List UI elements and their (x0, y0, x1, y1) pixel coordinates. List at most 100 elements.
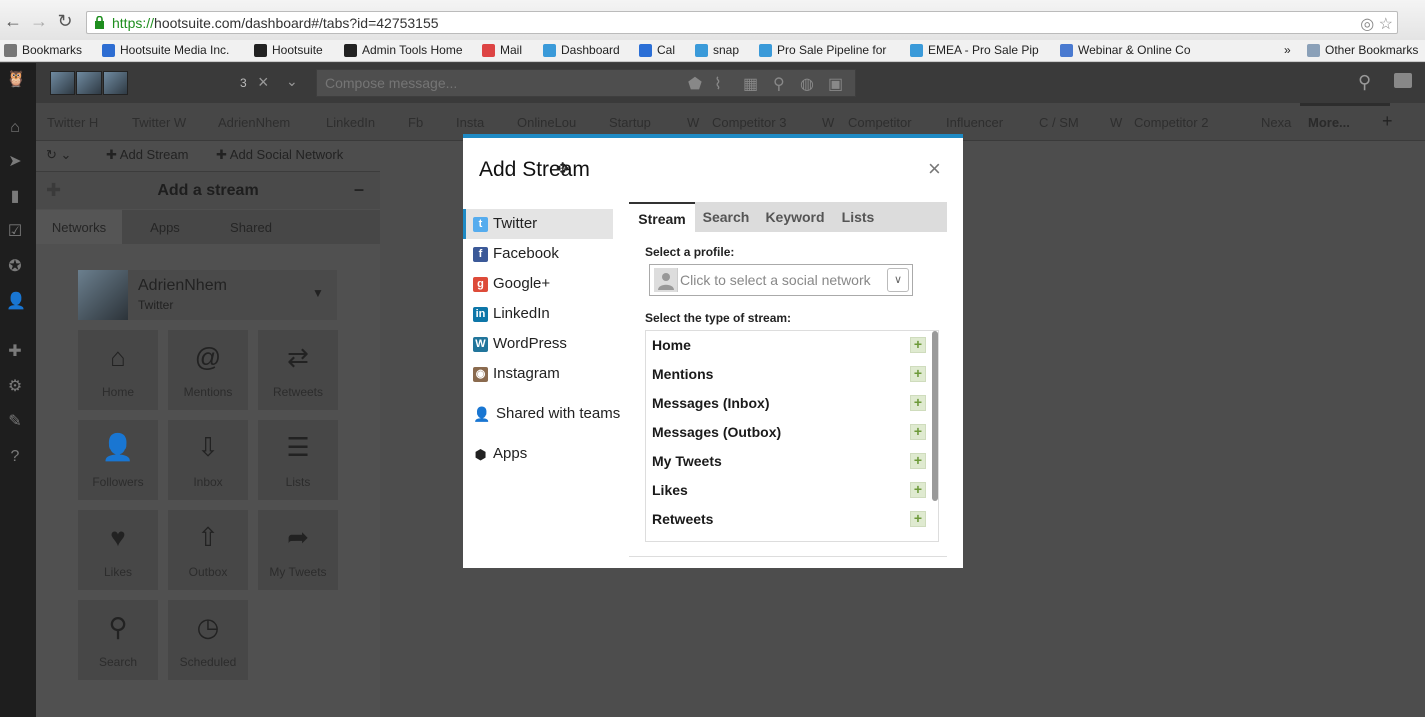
tab-3[interactable]: LinkedIn (326, 115, 375, 130)
bookmark-item[interactable]: Hootsuite Media Inc. (102, 43, 229, 57)
tab-search[interactable]: Search (695, 202, 757, 232)
tag-icon[interactable]: ⬟ (688, 74, 702, 94)
bookmark-item[interactable]: Bookmarks (4, 43, 82, 57)
tab-9[interactable]: Competitor 3 (712, 115, 786, 130)
attachment-icon[interactable]: ⌇ (714, 74, 722, 94)
stream-type-row[interactable]: Retweets + (646, 505, 930, 534)
bookmark-item[interactable]: Webinar & Online Co (1060, 43, 1191, 57)
network-facebook[interactable]: f Facebook (463, 239, 613, 269)
tab-6[interactable]: OnlineLou (517, 115, 576, 130)
send-icon[interactable]: ➤ (6, 153, 24, 171)
bookmark-item[interactable]: Cal (639, 43, 675, 57)
bookmark-item[interactable]: Mail (482, 43, 522, 57)
settings-icon[interactable]: ⚙ (6, 378, 24, 396)
help-icon[interactable]: ? (6, 448, 24, 466)
network-instagram[interactable]: ◉ Instagram (463, 359, 613, 389)
bookmark-item[interactable]: Admin Tools Home (344, 43, 463, 57)
stream-tile-my-tweets[interactable]: ➦ My Tweets (258, 510, 338, 590)
location-icon[interactable]: ⚲ (773, 74, 785, 94)
network-linkedin[interactable]: in LinkedIn (463, 299, 613, 329)
network-twitter[interactable]: t Twitter (463, 209, 613, 239)
bookmark-item[interactable]: snap (695, 43, 739, 57)
tab-keyword[interactable]: Keyword (757, 202, 833, 232)
tab-17[interactable]: More... (1308, 115, 1350, 130)
contacts-icon[interactable]: 👤 (6, 293, 26, 311)
chevron-down-icon[interactable]: ∨ (887, 268, 909, 292)
add-stream-plus-icon[interactable]: + (910, 424, 926, 440)
stream-tile-home[interactable]: ⌂ Home (78, 330, 158, 410)
privacy-lock-icon[interactable]: ▣ (828, 74, 843, 94)
stream-type-row[interactable]: Mentions + (646, 360, 930, 389)
bookmark-item[interactable]: Dashboard (543, 43, 620, 57)
close-icon[interactable]: × (928, 158, 941, 180)
selected-profiles[interactable] (50, 71, 128, 95)
stream-tile-retweets[interactable]: ⇄ Retweets (258, 330, 338, 410)
chevron-down-icon[interactable]: ⌄ (286, 73, 298, 90)
add-stream-plus-icon[interactable]: + (910, 395, 926, 411)
stream-tile-scheduled[interactable]: ◷ Scheduled (168, 600, 248, 680)
refresh-icon[interactable]: ↻ ⌄ (46, 147, 71, 163)
scrollbar[interactable] (932, 331, 938, 501)
home-icon[interactable]: ⌂ (6, 119, 24, 137)
tab-8[interactable]: W (687, 115, 699, 130)
stream-type-row[interactable]: Likes + (646, 476, 930, 505)
add-stream-plus-icon[interactable]: + (910, 482, 926, 498)
apps-puzzle-icon[interactable]: ✚ (6, 343, 24, 361)
tab-14[interactable]: W (1110, 115, 1122, 130)
network-apps[interactable]: ⬢ Apps (463, 439, 613, 469)
network-google-[interactable]: g Google+ (463, 269, 613, 299)
profile-selector[interactable]: AdrienNhem Twitter ▼ (78, 270, 337, 320)
tab-lists[interactable]: Lists (833, 202, 883, 232)
tab-1[interactable]: Twitter W (132, 115, 186, 130)
globe-icon[interactable]: ◍ (800, 74, 814, 94)
collapse-icon[interactable]: – (354, 179, 364, 200)
campaign-icon[interactable]: ✪ (6, 258, 24, 276)
owl-logo-icon[interactable]: 🦉 (6, 71, 26, 89)
panel-tab-apps[interactable]: Apps (122, 210, 208, 244)
bookmark-item[interactable]: Hootsuite (254, 43, 323, 57)
reload-icon[interactable]: ↻ (54, 10, 76, 32)
stream-type-row[interactable]: My Tweets + (646, 447, 930, 476)
add-stream-plus-icon[interactable]: + (910, 337, 926, 353)
tab-0[interactable]: Twitter H (47, 115, 98, 130)
bookmark-star-icon[interactable]: ◎ ☆ (1360, 14, 1393, 34)
stream-tile-inbox[interactable]: ⇩ Inbox (168, 420, 248, 500)
stream-tile-lists[interactable]: ☰ Lists (258, 420, 338, 500)
forward-icon[interactable]: → (28, 10, 50, 32)
tab-12[interactable]: Influencer (946, 115, 1003, 130)
add-stream-button[interactable]: ✚ Add Stream (106, 147, 188, 163)
network-wordpress[interactable]: W WordPress (463, 329, 613, 359)
bookmark-item[interactable]: Other Bookmarks (1307, 43, 1418, 57)
tab-2[interactable]: AdrienNhem (218, 115, 290, 130)
bookmark-item[interactable]: » (1284, 43, 1291, 57)
tab-4[interactable]: Fb (408, 115, 423, 130)
stream-tile-outbox[interactable]: ⇧ Outbox (168, 510, 248, 590)
add-stream-plus-icon[interactable]: + (910, 511, 926, 527)
stream-type-row[interactable]: Messages (Inbox) + (646, 389, 930, 418)
add-stream-plus-icon[interactable]: + (910, 453, 926, 469)
clear-profiles-icon[interactable]: × (258, 72, 269, 93)
bookmark-item[interactable]: EMEA - Pro Sale Pip (910, 43, 1039, 57)
analytics-icon[interactable]: ▮ (6, 188, 24, 206)
bookmark-item[interactable]: Pro Sale Pipeline for (759, 43, 886, 57)
tab-15[interactable]: Competitor 2 (1134, 115, 1208, 130)
calendar-icon[interactable]: ▦ (743, 74, 758, 94)
network-shared-with-teams[interactable]: 👤 Shared with teams (463, 399, 620, 429)
add-social-network-button[interactable]: ✚ Add Social Network (216, 147, 343, 163)
stream-tile-search[interactable]: ⚲ Search (78, 600, 158, 680)
tab-7[interactable]: Startup (609, 115, 651, 130)
stream-type-row[interactable]: Home + (646, 331, 930, 360)
tab-10[interactable]: W (822, 115, 834, 130)
tab-13[interactable]: C / SM (1039, 115, 1079, 130)
back-icon[interactable]: ← (2, 10, 24, 32)
tab-16[interactable]: Nexa (1261, 115, 1291, 130)
stream-tile-followers[interactable]: 👤 Followers (78, 420, 158, 500)
panel-tab-shared[interactable]: Shared (208, 210, 294, 244)
stream-tile-mentions[interactable]: @ Mentions (168, 330, 248, 410)
panel-tab-networks[interactable]: Networks (36, 210, 122, 244)
tab-5[interactable]: Insta (456, 115, 484, 130)
stream-type-row[interactable]: Messages (Outbox) + (646, 418, 930, 447)
tab-11[interactable]: Competitor (848, 115, 912, 130)
tab-stream[interactable]: Stream (629, 202, 695, 232)
tools-icon[interactable]: ✎ (6, 413, 24, 431)
